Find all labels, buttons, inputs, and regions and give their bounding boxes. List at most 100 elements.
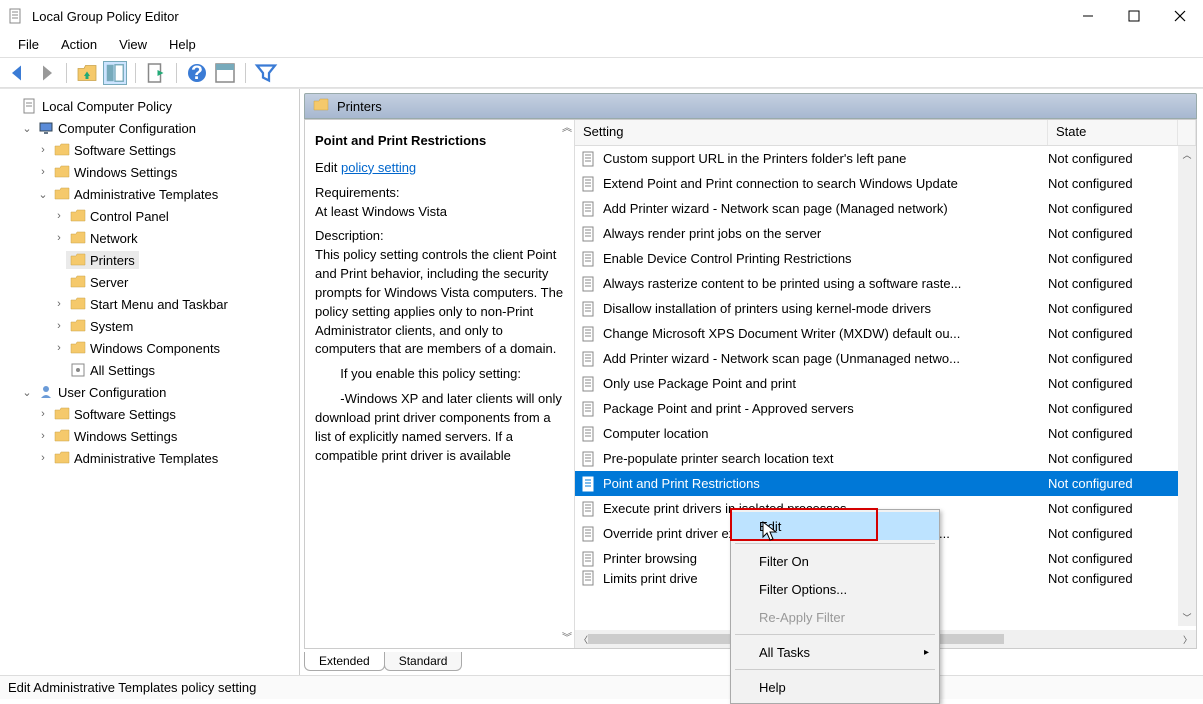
tree-node-control-panel[interactable]: ›Control Panel bbox=[4, 205, 295, 227]
context-menu-filter-options-[interactable]: Filter Options... bbox=[731, 575, 939, 603]
tree-node-label: Software Settings bbox=[74, 143, 176, 158]
list-row[interactable]: Disallow installation of printers using … bbox=[575, 296, 1196, 321]
vertical-scrollbar[interactable]: ︿ ﹀ bbox=[1178, 146, 1196, 626]
tree-node-windows-components[interactable]: › Windows Components bbox=[4, 337, 295, 359]
list-row[interactable]: Custom support URL in the Printers folde… bbox=[575, 146, 1196, 171]
up-button[interactable] bbox=[75, 61, 99, 85]
context-menu-all-tasks[interactable]: All Tasks bbox=[731, 638, 939, 666]
chevron-right-icon[interactable]: › bbox=[36, 408, 50, 420]
menubar: File Action View Help bbox=[0, 32, 1203, 58]
tree-node-local-computer-policy[interactable]: Local Computer Policy bbox=[4, 95, 295, 117]
tree-node-software-settings[interactable]: ›Software Settings bbox=[4, 403, 295, 425]
chevron-right-icon[interactable]: › bbox=[36, 452, 50, 464]
chevron-right-icon[interactable]: › bbox=[52, 210, 66, 222]
chevron-right-icon[interactable]: › bbox=[36, 430, 50, 442]
folder-icon bbox=[54, 450, 70, 466]
tree-node-administrative-templates[interactable]: ⌄Administrative Templates bbox=[4, 183, 295, 205]
menu-help[interactable]: Help bbox=[159, 33, 206, 56]
tree-node-label: All Settings bbox=[90, 363, 155, 378]
menu-separator bbox=[735, 669, 935, 670]
svg-text:?: ? bbox=[191, 62, 203, 84]
list-row[interactable]: Only use Package Point and printNot conf… bbox=[575, 371, 1196, 396]
content-area: Local Computer Policy⌄Computer Configura… bbox=[0, 88, 1203, 675]
list-row[interactable]: Pre-populate printer search location tex… bbox=[575, 446, 1196, 471]
enable-text: If you enable this policy setting: bbox=[315, 365, 564, 384]
show-hide-tree-button[interactable] bbox=[103, 61, 127, 85]
scroll-right-icon[interactable]: 〉 bbox=[1183, 633, 1192, 646]
tree-node-printers[interactable]: Printers bbox=[4, 249, 295, 271]
help-button[interactable]: ? bbox=[185, 61, 209, 85]
category-title: Printers bbox=[337, 99, 382, 114]
row-setting-label: Computer location bbox=[603, 426, 1048, 441]
policy-icon bbox=[581, 201, 597, 217]
chevron-down-icon[interactable]: ⌄ bbox=[36, 188, 50, 201]
chevron-down-icon[interactable]: ⌄ bbox=[20, 386, 34, 399]
tree-node-network[interactable]: › Network bbox=[4, 227, 295, 249]
details-scroll-up-icon[interactable]: ︽ bbox=[562, 122, 572, 137]
list-row[interactable]: Always rasterize content to be printed u… bbox=[575, 271, 1196, 296]
tab-standard[interactable]: Standard bbox=[384, 652, 463, 671]
scroll-left-icon[interactable]: 〈 bbox=[579, 633, 588, 646]
chevron-down-icon[interactable]: ⌄ bbox=[20, 122, 34, 135]
column-state[interactable]: State bbox=[1048, 120, 1178, 145]
list-row[interactable]: Point and Print RestrictionsNot configur… bbox=[575, 471, 1196, 496]
list-row[interactable]: Computer locationNot configured bbox=[575, 421, 1196, 446]
row-setting-label: Always render print jobs on the server bbox=[603, 226, 1048, 241]
scroll-down-icon[interactable]: ﹀ bbox=[1180, 609, 1193, 626]
tree-node-server[interactable]: Server bbox=[4, 271, 295, 293]
menu-view[interactable]: View bbox=[109, 33, 157, 56]
column-setting[interactable]: Setting bbox=[575, 120, 1048, 145]
tree-node-computer-configuration[interactable]: ⌄Computer Configuration bbox=[4, 117, 295, 139]
tree-node-start-menu-and-taskbar[interactable]: ›Start Menu and Taskbar bbox=[4, 293, 295, 315]
tree-node-software-settings[interactable]: › Software Settings bbox=[4, 139, 295, 161]
folder-icon bbox=[70, 230, 86, 246]
row-state-label: Not configured bbox=[1048, 301, 1178, 316]
tree-node-windows-settings[interactable]: ›Windows Settings bbox=[4, 425, 295, 447]
row-state-label: Not configured bbox=[1048, 376, 1178, 391]
forward-button[interactable] bbox=[34, 61, 58, 85]
scroll-up-icon[interactable]: ︿ bbox=[1180, 146, 1193, 163]
list-row[interactable]: Change Microsoft XPS Document Writer (MX… bbox=[575, 321, 1196, 346]
row-state-label: Not configured bbox=[1048, 176, 1178, 191]
policy-icon bbox=[581, 501, 597, 517]
chevron-right-icon[interactable]: › bbox=[36, 144, 50, 156]
list-row[interactable]: Always render print jobs on the serverNo… bbox=[575, 221, 1196, 246]
maximize-button[interactable] bbox=[1111, 0, 1157, 32]
chevron-right-icon[interactable]: › bbox=[52, 342, 66, 354]
close-button[interactable] bbox=[1157, 0, 1203, 32]
details-scroll-down-icon[interactable]: ︾ bbox=[562, 632, 572, 647]
menu-action[interactable]: Action bbox=[51, 33, 107, 56]
export-button[interactable] bbox=[144, 61, 168, 85]
properties-button[interactable] bbox=[213, 61, 237, 85]
tab-extended[interactable]: Extended bbox=[304, 652, 385, 671]
tree-node-user-configuration[interactable]: ⌄User Configuration bbox=[4, 381, 295, 403]
chevron-right-icon[interactable]: › bbox=[36, 166, 50, 178]
chevron-right-icon[interactable]: › bbox=[52, 232, 66, 244]
chevron-right-icon[interactable]: › bbox=[52, 298, 66, 310]
row-setting-label: Disallow installation of printers using … bbox=[603, 301, 1048, 316]
tree-node-all-settings[interactable]: All Settings bbox=[4, 359, 295, 381]
list-row[interactable]: Package Point and print - Approved serve… bbox=[575, 396, 1196, 421]
tree-node-administrative-templates[interactable]: ›Administrative Templates bbox=[4, 447, 295, 469]
list-row[interactable]: Extend Point and Print connection to sea… bbox=[575, 171, 1196, 196]
context-menu-filter-on[interactable]: Filter On bbox=[731, 547, 939, 575]
tree-node-label: Network bbox=[90, 231, 138, 246]
list-row[interactable]: Add Printer wizard - Network scan page (… bbox=[575, 196, 1196, 221]
list-row[interactable]: Enable Device Control Printing Restricti… bbox=[575, 246, 1196, 271]
edit-policy-link[interactable]: policy setting bbox=[341, 160, 416, 175]
tree-node-windows-settings[interactable]: ›Windows Settings bbox=[4, 161, 295, 183]
filter-button[interactable] bbox=[254, 61, 278, 85]
list-row[interactable]: Add Printer wizard - Network scan page (… bbox=[575, 346, 1196, 371]
policy-icon bbox=[581, 251, 597, 267]
window-title: Local Group Policy Editor bbox=[32, 9, 1065, 24]
menu-file[interactable]: File bbox=[8, 33, 49, 56]
tree-node-system[interactable]: ›System bbox=[4, 315, 295, 337]
chevron-right-icon[interactable]: › bbox=[52, 320, 66, 332]
policy-icon bbox=[581, 226, 597, 242]
back-button[interactable] bbox=[6, 61, 30, 85]
context-menu-help[interactable]: Help bbox=[731, 673, 939, 701]
minimize-button[interactable] bbox=[1065, 0, 1111, 32]
tree-node-label: Windows Components bbox=[90, 341, 220, 356]
row-state-label: Not configured bbox=[1048, 226, 1178, 241]
context-menu-edit[interactable]: Edit bbox=[731, 512, 939, 540]
